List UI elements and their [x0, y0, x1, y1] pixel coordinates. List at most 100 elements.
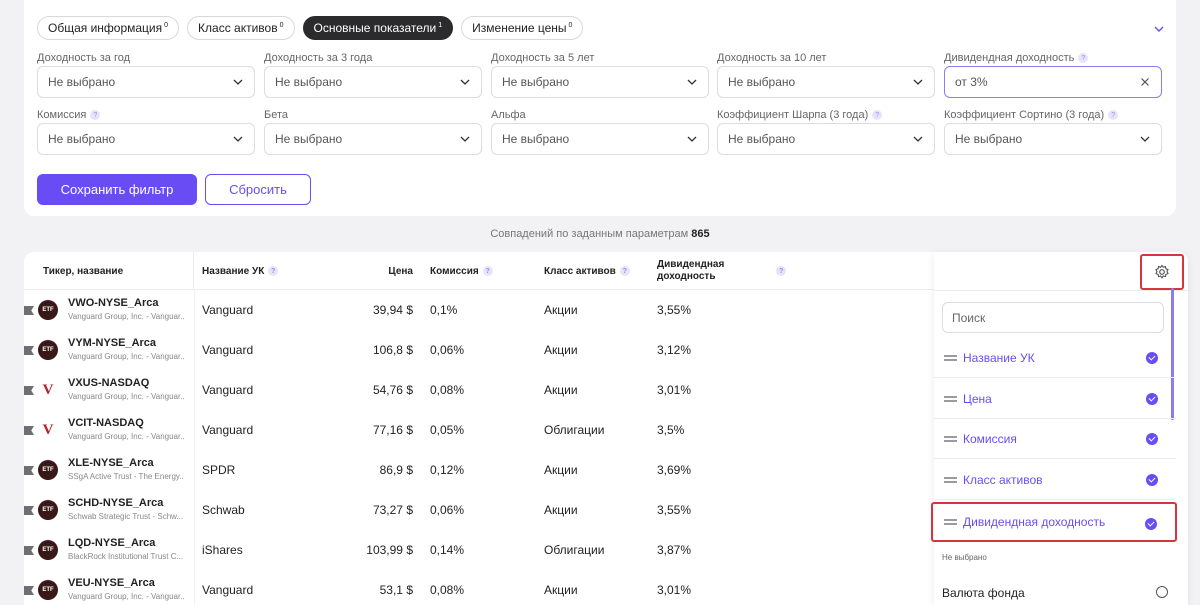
- help-icon[interactable]: ?: [482, 266, 493, 276]
- help-icon[interactable]: ?: [776, 266, 787, 276]
- asset-class-cell: Акции: [544, 343, 578, 357]
- column-item-fee[interactable]: Комиссия: [934, 419, 1176, 459]
- ticker[interactable]: XLE-NYSE_Arca: [68, 457, 154, 469]
- filter-tabs: Общая информация 0 Класс активов 0 Основны…: [37, 16, 584, 40]
- column-item-fund-currency[interactable]: Валюта фонда: [942, 586, 1025, 600]
- check-icon[interactable]: [1146, 433, 1158, 445]
- fund-logo: ETF: [38, 580, 58, 600]
- drag-handle-icon[interactable]: [944, 476, 957, 483]
- table-row[interactable]: ETF XLE-NYSE_Arca SSgA Active Trust - The …: [24, 450, 934, 490]
- fee-cell: 0,05%: [430, 423, 465, 437]
- clear-icon[interactable]: [1139, 76, 1151, 88]
- reset-button[interactable]: Сбросить: [205, 174, 311, 205]
- divider: [194, 370, 195, 410]
- ticker[interactable]: VCIT-NASDAQ: [68, 417, 144, 429]
- fund-name: Vanguard Group, Inc. - Vanguar...: [68, 352, 184, 361]
- fund-logo: ETF: [38, 340, 58, 360]
- gear-icon: [1155, 264, 1169, 279]
- help-icon[interactable]: ?: [872, 110, 883, 120]
- ticker[interactable]: VXUS-NASDAQ: [68, 377, 149, 389]
- fund-name: Vanguard Group, Inc. - Vanguar...: [68, 432, 184, 441]
- col-price[interactable]: Цена: [324, 252, 413, 290]
- price-cell: 77,16 $: [372, 423, 413, 437]
- chevron-down-icon[interactable]: [1152, 22, 1166, 36]
- ticker[interactable]: VWO-NYSE_Arca: [68, 297, 158, 309]
- tab-key-metrics[interactable]: Основные показатели 1: [302, 16, 454, 40]
- column-item-uk[interactable]: Название УК: [934, 338, 1176, 378]
- table-row[interactable]: V VXUS-NASDAQ Vanguard Group, Inc. - Vangu…: [24, 370, 934, 410]
- chevron-down-icon: [1140, 136, 1150, 142]
- table-row[interactable]: ETF SCHD-NYSE_Arca Schwab Strategic Trust …: [24, 490, 934, 530]
- fund-name: Schwab Strategic Trust - Schw...: [68, 512, 184, 521]
- radio-unchecked-icon[interactable]: [1156, 586, 1168, 598]
- column-item-price[interactable]: Цена: [934, 379, 1176, 419]
- col-fee[interactable]: Комиссия?: [430, 252, 493, 290]
- ticker[interactable]: VEU-NYSE_Arca: [68, 577, 155, 589]
- filter-yield-10y: Доходность за 10 лет Не выбрано: [717, 51, 935, 98]
- table-row[interactable]: ETF VEU-NYSE_Arca Vanguard Group, Inc. - V…: [24, 570, 934, 605]
- yield-5y-select[interactable]: Не выбрано: [491, 66, 709, 98]
- col-asset-class[interactable]: Класс активов?: [544, 252, 630, 290]
- divider: [194, 450, 195, 490]
- table-body: ETF VWO-NYSE_Arca Vanguard Group, Inc. - V…: [24, 290, 934, 605]
- help-icon[interactable]: ?: [90, 110, 101, 120]
- chevron-down-icon: [233, 136, 243, 142]
- fund-name: Vanguard Group, Inc. - Vanguar...: [68, 392, 184, 401]
- tab-general-info[interactable]: Общая информация 0: [37, 16, 180, 40]
- save-filter-button[interactable]: Сохранить фильтр: [37, 174, 197, 205]
- price-cell: 73,27 $: [372, 503, 413, 517]
- col-uk[interactable]: Название УК?: [202, 252, 279, 290]
- chevron-down-icon: [687, 79, 697, 85]
- divider: [194, 570, 195, 605]
- dividend-yield-select[interactable]: от 3%: [944, 66, 1162, 98]
- column-item-dividend-yield[interactable]: Дивидендная доходность: [931, 502, 1177, 542]
- table-row[interactable]: V VCIT-NASDAQ Vanguard Group, Inc. - Vangu…: [24, 410, 934, 450]
- dividend-yield-cell: 3,12%: [657, 343, 692, 357]
- ticker[interactable]: LQD-NYSE_Arca: [68, 537, 155, 549]
- check-icon[interactable]: [1146, 393, 1158, 405]
- fee-cell: 0,14%: [430, 543, 465, 557]
- settings-button[interactable]: [1140, 254, 1184, 290]
- check-icon[interactable]: [1146, 352, 1158, 364]
- drag-handle-icon[interactable]: [944, 435, 957, 442]
- col-dividend-yield[interactable]: Дивидендная доходность?: [657, 252, 787, 290]
- filter-alpha: Альфа Не выбрано: [491, 108, 709, 155]
- tab-price-change[interactable]: Изменение цены 0: [461, 16, 584, 40]
- check-icon[interactable]: [1145, 518, 1157, 530]
- check-icon[interactable]: [1146, 474, 1158, 486]
- sharpe-select[interactable]: Не выбрано: [717, 123, 935, 155]
- ticker[interactable]: SCHD-NYSE_Arca: [68, 497, 163, 509]
- alpha-select[interactable]: Не выбрано: [491, 123, 709, 155]
- fee-select[interactable]: Не выбрано: [37, 123, 255, 155]
- help-icon[interactable]: ?: [268, 266, 279, 276]
- uk-cell: Vanguard: [202, 423, 254, 437]
- help-icon[interactable]: ?: [1078, 53, 1089, 63]
- table-row[interactable]: ETF VYM-NYSE_Arca Vanguard Group, Inc. - V…: [24, 330, 934, 370]
- drag-handle-icon[interactable]: [944, 395, 957, 402]
- yield-3y-select[interactable]: Не выбрано: [264, 66, 482, 98]
- table-row[interactable]: ETF LQD-NYSE_Arca BlackRock Institutional …: [24, 530, 934, 570]
- table-header: Тикер, название Название УК? Цена Комисс…: [24, 252, 934, 290]
- uk-cell: Vanguard: [202, 343, 254, 357]
- drag-handle-icon[interactable]: [944, 354, 957, 361]
- column-item-asset-class[interactable]: Класс активов: [934, 460, 1176, 500]
- help-icon[interactable]: ?: [619, 266, 630, 276]
- annual-yield-select[interactable]: Не выбрано: [37, 66, 255, 98]
- ticker[interactable]: VYM-NYSE_Arca: [68, 337, 156, 349]
- drag-handle-icon[interactable]: [944, 519, 957, 525]
- table-row[interactable]: ETF VWO-NYSE_Arca Vanguard Group, Inc. - V…: [24, 290, 934, 330]
- divider: [194, 410, 195, 450]
- uk-cell: SPDR: [202, 463, 236, 477]
- yield-10y-select[interactable]: Не выбрано: [717, 66, 935, 98]
- col-ticker[interactable]: Тикер, название: [24, 252, 194, 290]
- filter-yield-3y: Доходность за 3 года Не выбрано: [264, 51, 482, 98]
- beta-select[interactable]: Не выбрано: [264, 123, 482, 155]
- tab-asset-class[interactable]: Класс активов 0: [187, 16, 295, 40]
- help-icon[interactable]: ?: [1108, 110, 1119, 120]
- fund-logo: ETF: [38, 500, 58, 520]
- dividend-yield-cell: 3,55%: [657, 303, 692, 317]
- filter-label: Коэффициент Шарпа (3 года)?: [717, 108, 935, 122]
- fund-name: BlackRock Institutional Trust C...: [68, 552, 184, 561]
- sortino-select[interactable]: Не выбрано: [944, 123, 1162, 155]
- column-search-input[interactable]: Поиск: [942, 302, 1164, 333]
